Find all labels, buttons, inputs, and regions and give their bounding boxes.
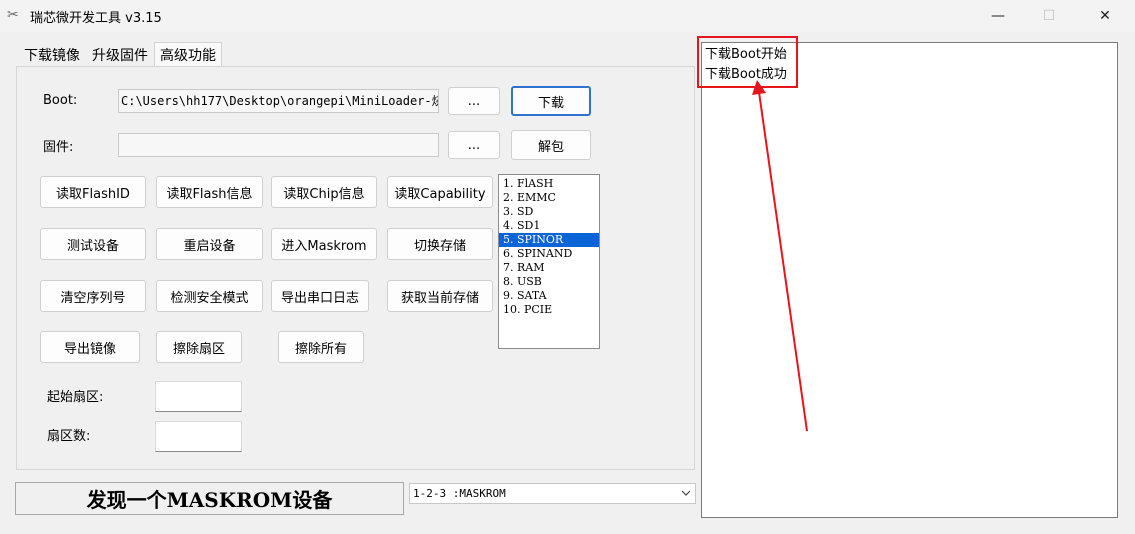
annotation-arrow [752,80,808,432]
